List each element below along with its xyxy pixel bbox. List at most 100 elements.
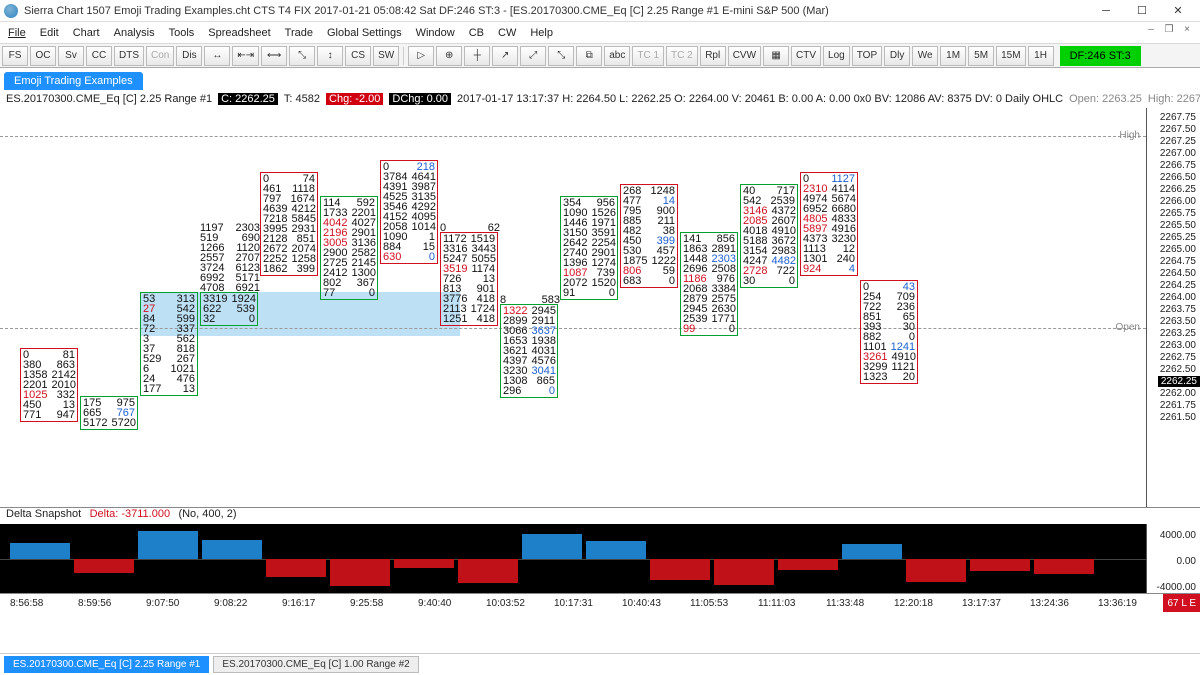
app-icon bbox=[4, 4, 18, 18]
bottom-tabs: ES.20170300.CME_Eq [C] 2.25 Range #1ES.2… bbox=[0, 653, 1200, 675]
toolbar-btn-32[interactable]: We bbox=[912, 46, 938, 66]
toolbar-btn-0[interactable]: FS bbox=[2, 46, 28, 66]
toolbar-btn-13[interactable]: SW bbox=[373, 46, 399, 66]
toolbar-btn-8[interactable]: ⇤⇥ bbox=[232, 46, 259, 66]
toolbar-btn-1[interactable]: OC bbox=[30, 46, 56, 66]
toolbar: FSOCSvCCDTSConDis↔⇤⇥⟷⤡↕CSSW▷⊕┼↗⤢⤡⧉abcTC … bbox=[0, 44, 1200, 68]
toolbar-btn-25[interactable]: Rpl bbox=[700, 46, 726, 66]
toolbar-btn-35[interactable]: 15M bbox=[996, 46, 1025, 66]
toolbar-btn-22[interactable]: abc bbox=[604, 46, 630, 66]
menu-window[interactable]: Window bbox=[416, 27, 455, 39]
toolbar-btn-34[interactable]: 5M bbox=[968, 46, 994, 66]
toolbar-btn-27[interactable]: ▦ bbox=[763, 46, 789, 66]
toolbar-btn-9[interactable]: ⟷ bbox=[261, 46, 287, 66]
close-button[interactable]: ✕ bbox=[1160, 1, 1196, 21]
delta-bar bbox=[1034, 559, 1094, 574]
delta-value: Delta: -3711.000 bbox=[90, 508, 171, 520]
footprint-bar: 0432547097222368516539330882011011241326… bbox=[860, 280, 918, 384]
menu-cb[interactable]: CB bbox=[469, 27, 484, 39]
toolbar-btn-4[interactable]: DTS bbox=[114, 46, 144, 66]
menu-cw[interactable]: CW bbox=[498, 27, 516, 39]
menu-tools[interactable]: Tools bbox=[169, 27, 195, 39]
info-open: Open: 2263.25 bbox=[1069, 93, 1142, 105]
delta-bar bbox=[74, 559, 134, 573]
toolbar-btn-17[interactable]: ┼ bbox=[464, 46, 490, 66]
menu-analysis[interactable]: Analysis bbox=[114, 27, 155, 39]
toolbar-btn-2[interactable]: Sv bbox=[58, 46, 84, 66]
toolbar-btn-7[interactable]: ↔ bbox=[204, 46, 230, 66]
status-badge: DF:246 ST:3 bbox=[1060, 46, 1141, 66]
delta-label-row: Delta Snapshot Delta: -3711.000 (No, 400… bbox=[0, 508, 1200, 524]
delta-bar bbox=[650, 559, 710, 580]
delta-area[interactable]: 4000.000.00-4000.00 bbox=[0, 524, 1200, 594]
delta-bar bbox=[330, 559, 390, 586]
toolbar-btn-3[interactable]: CC bbox=[86, 46, 112, 66]
footprint-bar: 3549561090152614461971315035912642225427… bbox=[560, 196, 618, 300]
info-dchg: DChg: 0.00 bbox=[389, 93, 451, 105]
chart-area[interactable]: High Open 081380863135821422201201010253… bbox=[0, 108, 1200, 508]
titlebar: Sierra Chart 1507 Emoji Trading Examples… bbox=[0, 0, 1200, 22]
toolbar-btn-23[interactable]: TC 1 bbox=[632, 46, 664, 66]
menu-chart[interactable]: Chart bbox=[73, 27, 100, 39]
delta-bar bbox=[458, 559, 518, 583]
footprint-bar: 0621172151933163443524750553519117472613… bbox=[440, 232, 498, 326]
footprint-bar: 5331327542845997233735623781852926761021… bbox=[140, 292, 198, 396]
doc-minimize-icon[interactable]: – bbox=[1144, 24, 1158, 38]
menu-help[interactable]: Help bbox=[530, 27, 553, 39]
chart-tab[interactable]: Emoji Trading Examples bbox=[4, 72, 143, 90]
toolbar-btn-33[interactable]: 1M bbox=[940, 46, 966, 66]
toolbar-btn-36[interactable]: 1H bbox=[1028, 46, 1054, 66]
footprint-bar: 8583132229452899291130663637165319383621… bbox=[500, 304, 558, 398]
maximize-button[interactable]: ☐ bbox=[1124, 1, 1160, 21]
toolbar-btn-11[interactable]: ↕ bbox=[317, 46, 343, 66]
footprint-bar: 0218378446414391398745253135354642924152… bbox=[380, 160, 438, 264]
toolbar-btn-15[interactable]: ▷ bbox=[408, 46, 434, 66]
minimize-button[interactable]: ─ bbox=[1088, 1, 1124, 21]
doc-restore-icon[interactable]: ❐ bbox=[1162, 24, 1176, 38]
menu-global-settings[interactable]: Global Settings bbox=[327, 27, 402, 39]
toolbar-btn-10[interactable]: ⤡ bbox=[289, 46, 315, 66]
last-badge: 67 L E bbox=[1163, 594, 1200, 612]
footprint-bar: 4071754225393146437220852607401849105188… bbox=[740, 184, 798, 288]
footprint-bar: 1145921733220140424027219629013005313629… bbox=[320, 196, 378, 300]
doc-close-icon[interactable]: × bbox=[1180, 24, 1194, 38]
menu-spreadsheet[interactable]: Spreadsheet bbox=[208, 27, 270, 39]
toolbar-btn-30[interactable]: TOP bbox=[852, 46, 882, 66]
toolbar-btn-28[interactable]: CTV bbox=[791, 46, 821, 66]
info-high: High: 2267.25 bbox=[1148, 93, 1200, 105]
menu-trade[interactable]: Trade bbox=[285, 27, 313, 39]
info-symbol: ES.20170300.CME_Eq [C] 2.25 Range #1 bbox=[6, 93, 212, 105]
toolbar-btn-31[interactable]: Dly bbox=[884, 46, 910, 66]
delta-bar bbox=[266, 559, 326, 577]
bottom-tab[interactable]: ES.20170300.CME_Eq [C] 2.25 Range #1 bbox=[4, 656, 209, 673]
delta-bar bbox=[714, 559, 774, 585]
toolbar-btn-19[interactable]: ⤢ bbox=[520, 46, 546, 66]
toolbar-btn-18[interactable]: ↗ bbox=[492, 46, 518, 66]
toolbar-btn-16[interactable]: ⊕ bbox=[436, 46, 462, 66]
delta-bar bbox=[138, 531, 198, 560]
footprint-bar: 0813808631358214222012010102533245013771… bbox=[20, 348, 78, 422]
footprint-bar: 0112723104114497456746952668048054833589… bbox=[800, 172, 858, 276]
delta-plot bbox=[0, 524, 1146, 593]
info-bar: ES.20170300.CME_Eq [C] 2.25 Range #1 C: … bbox=[0, 90, 1200, 108]
toolbar-btn-26[interactable]: CVW bbox=[728, 46, 761, 66]
toolbar-btn-6[interactable]: Dis bbox=[176, 46, 202, 66]
menu-file[interactable]: File bbox=[8, 27, 26, 39]
menu-edit[interactable]: Edit bbox=[40, 27, 59, 39]
bottom-tab[interactable]: ES.20170300.CME_Eq [C] 1.00 Range #2 bbox=[213, 656, 418, 673]
delta-bar bbox=[842, 544, 902, 559]
toolbar-btn-21[interactable]: ⧉ bbox=[576, 46, 602, 66]
delta-bar bbox=[906, 559, 966, 582]
footprint-bar: 2681248477147959008852114823845039953045… bbox=[620, 184, 678, 288]
time-axis: 67 L E 8:56:588:59:569:07:509:08:229:16:… bbox=[0, 594, 1200, 612]
info-rest: 2017-01-17 13:17:37 H: 2264.50 L: 2262.2… bbox=[457, 93, 1063, 105]
toolbar-btn-24[interactable]: TC 2 bbox=[666, 46, 698, 66]
delta-bar bbox=[10, 543, 70, 560]
toolbar-btn-20[interactable]: ⤡ bbox=[548, 46, 574, 66]
delta-bar bbox=[202, 540, 262, 560]
toolbar-btn-12[interactable]: CS bbox=[345, 46, 371, 66]
toolbar-btn-5[interactable]: Con bbox=[146, 46, 174, 66]
window-title: Sierra Chart 1507 Emoji Trading Examples… bbox=[24, 5, 1088, 17]
delta-axis: 4000.000.00-4000.00 bbox=[1146, 524, 1200, 593]
toolbar-btn-29[interactable]: Log bbox=[823, 46, 850, 66]
